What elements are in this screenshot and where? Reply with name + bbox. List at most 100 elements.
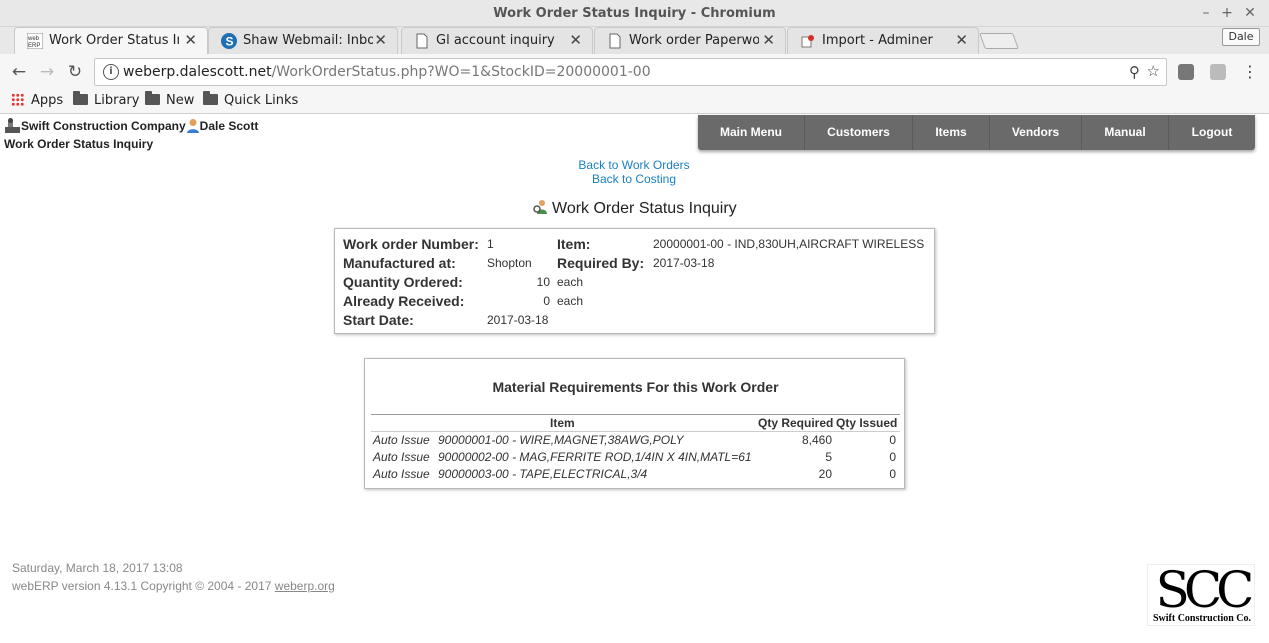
work-order-number-label: Work order Number: (343, 236, 479, 252)
close-window-button[interactable]: ✕ (1239, 3, 1261, 23)
work-order-info-box: Work order Number: 1 Item: 20000001-00 -… (334, 228, 935, 334)
tab-close-icon[interactable]: ✕ (374, 31, 387, 49)
zoom-icon[interactable]: ⚲ (1129, 63, 1140, 81)
nav-vendors[interactable]: Vendors (990, 115, 1082, 150)
address-bar[interactable]: i weberp.dalescott.net/WorkOrderStatus.p… (94, 58, 1167, 86)
bookmarks-bar: Apps Library New Quick Links (0, 90, 1269, 114)
tab-work-order-paperwork[interactable]: Work order Paperwork ✕ (594, 27, 786, 54)
company-header: Swift Construction Company Dale Scott (4, 118, 258, 133)
table-row: Auto Issue 90000003-00 - TAPE,ELECTRICAL… (365, 467, 906, 484)
heading-text: Work Order Status Inquiry (552, 200, 737, 217)
tab-close-icon[interactable]: ✕ (569, 31, 582, 49)
already-received-value: 0 (543, 294, 550, 308)
component-item: 90000001-00 - WIRE,MAGNET,38AWG,POLY (438, 433, 684, 447)
window-titlebar: Work Order Status Inquiry - Chromium – +… (0, 0, 1269, 27)
tab-close-icon[interactable]: ✕ (184, 31, 197, 49)
issue-method: Auto Issue (373, 433, 430, 447)
table-divider (371, 431, 900, 432)
tab-label: Work order Paperwork (629, 33, 759, 48)
bookmark-star-icon[interactable]: ☆ (1147, 62, 1160, 80)
profile-button[interactable]: Dale (1222, 28, 1260, 46)
extension-icon[interactable] (1178, 64, 1194, 80)
weberp-icon: webERP (27, 33, 43, 49)
back-arrow-icon[interactable]: ← (8, 62, 30, 82)
tab-close-icon[interactable]: ✕ (762, 31, 775, 49)
window-title: Work Order Status Inquiry - Chromium (493, 6, 776, 21)
nav-customers[interactable]: Customers (805, 115, 913, 150)
tab-strip: webERP Work Order Status Inqui ✕ S Shaw … (0, 27, 1269, 55)
tab-label: Gl account inquiry (436, 33, 555, 48)
address-url[interactable]: weberp.dalescott.net/WorkOrderStatus.php… (123, 64, 651, 80)
reload-icon[interactable]: ↻ (64, 62, 86, 82)
footer-datetime: Saturday, March 18, 2017 13:08 (12, 561, 183, 575)
apps-grid-icon (11, 93, 24, 106)
company-icon (5, 118, 20, 133)
page-icon (416, 33, 428, 49)
logo-letters: SCC (1155, 561, 1255, 619)
tab-label: Work Order Status Inqui (49, 33, 179, 48)
footer-version: webERP version 4.13.1 Copyright © 2004 -… (12, 579, 272, 593)
tab-gl-account-inquiry[interactable]: Gl account inquiry ✕ (401, 27, 593, 54)
item-value: 20000001-00 - IND,830UH,AIRCRAFT WIRELES… (653, 237, 925, 251)
column-header-item: Item (550, 416, 575, 430)
nav-main-menu[interactable]: Main Menu (698, 115, 805, 150)
qty-required: 20 (818, 467, 832, 481)
section-heading: Work Order Status Inquiry (533, 199, 737, 218)
qty-issued: 0 (889, 450, 896, 464)
quantity-ordered-label: Quantity Ordered: (343, 274, 463, 290)
bookmark-label: Library (94, 93, 140, 108)
manufactured-at-value: Shopton (487, 256, 532, 270)
user-name[interactable]: Dale Scott (200, 119, 259, 133)
tab-work-order-status[interactable]: webERP Work Order Status Inqui ✕ (14, 27, 208, 55)
bookmark-new[interactable]: New (145, 91, 194, 108)
column-header-qty-required: Qty Required (758, 416, 834, 430)
nav-logout[interactable]: Logout (1169, 115, 1255, 150)
component-item: 90000003-00 - TAPE,ELECTRICAL,3/4 (438, 467, 648, 481)
company-logo: SCC Swift Construction Co. (1147, 564, 1255, 626)
site-info-icon[interactable]: i (103, 64, 119, 80)
minimize-button[interactable]: – (1195, 3, 1217, 23)
svg-text:ERP: ERP (28, 43, 40, 49)
maximize-button[interactable]: + (1216, 3, 1238, 23)
main-navigation: Main Menu Customers Items Vendors Manual… (698, 115, 1255, 150)
browser-toolbar: ← → ↻ i weberp.dalescott.net/WorkOrderSt… (0, 54, 1269, 90)
new-tab-button[interactable] (979, 33, 1019, 49)
weberp-org-link[interactable]: weberp.org (275, 579, 335, 593)
folder-icon (145, 91, 160, 105)
svg-text:S: S (226, 35, 234, 49)
back-to-work-orders-link[interactable]: Back to Work Orders (484, 158, 784, 172)
forward-arrow-icon[interactable]: → (36, 62, 58, 82)
material-requirements-title: Material Requirements For this Work Orde… (492, 379, 779, 395)
folder-icon (203, 91, 218, 105)
nav-manual[interactable]: Manual (1082, 115, 1169, 150)
tab-label: Shaw Webmail: Inbox (1 (243, 33, 373, 48)
tab-shaw-webmail[interactable]: S Shaw Webmail: Inbox (1 ✕ (208, 27, 398, 54)
bookmark-library[interactable]: Library (73, 91, 140, 108)
chrome-menu-icon[interactable]: ⋮ (1242, 62, 1258, 81)
quantity-ordered-value: 10 (536, 275, 550, 289)
page-content: Swift Construction Company Dale Scott Wor… (0, 115, 1269, 643)
tab-label: Import - Adminer (822, 33, 933, 48)
already-received-label: Already Received: (343, 293, 465, 309)
back-to-costing-link[interactable]: Back to Costing (484, 172, 784, 186)
qty-issued: 0 (889, 433, 896, 447)
url-host: weberp.dalescott.net (123, 64, 272, 80)
item-label: Item: (557, 236, 591, 252)
bookmark-apps[interactable]: Apps (11, 93, 63, 108)
page-title: Work Order Status Inquiry (4, 137, 154, 151)
already-received-unit: each (557, 294, 584, 308)
nav-items[interactable]: Items (913, 115, 990, 150)
user-icon (186, 119, 199, 133)
qty-required: 8,460 (801, 433, 832, 447)
inquiry-icon (533, 200, 547, 214)
required-by-value: 2017-03-18 (653, 256, 715, 270)
tab-import-adminer[interactable]: Import - Adminer ✕ (787, 27, 979, 54)
extension-puzzle-icon[interactable] (1210, 64, 1226, 80)
required-by-label: Required By: (557, 255, 645, 271)
issue-method: Auto Issue (373, 450, 430, 464)
shaw-icon: S (221, 33, 237, 49)
company-name[interactable]: Swift Construction Company (21, 119, 186, 133)
url-path: /WorkOrderStatus.php?WO=1&StockID=200000… (271, 64, 651, 80)
tab-close-icon[interactable]: ✕ (955, 31, 968, 49)
bookmark-quick-links[interactable]: Quick Links (203, 91, 298, 108)
